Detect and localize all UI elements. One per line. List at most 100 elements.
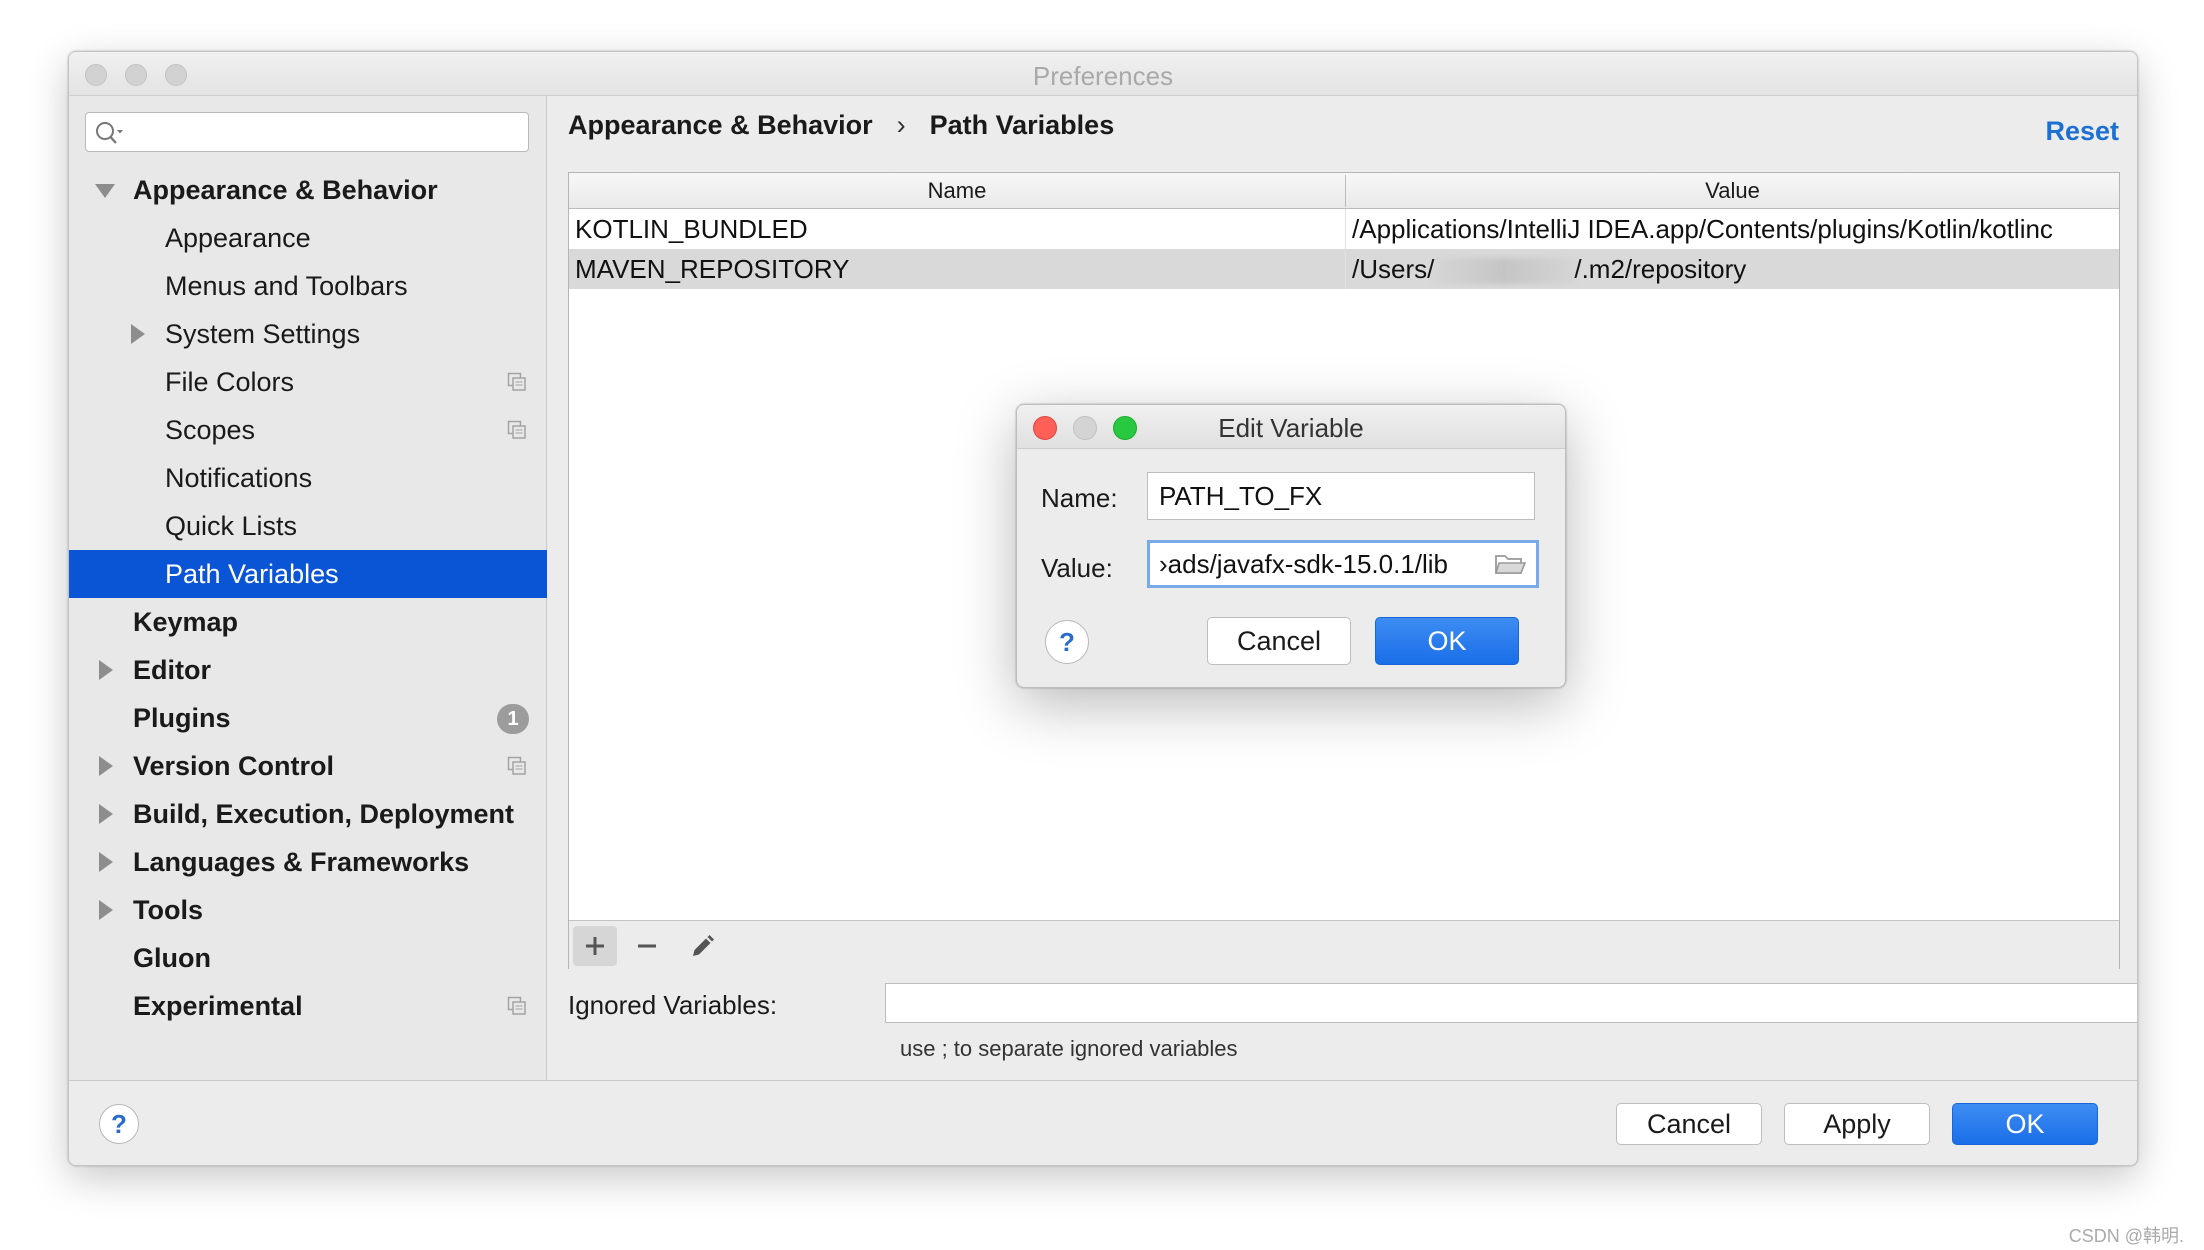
column-header-value[interactable]: Value [1346,173,2119,209]
cancel-button[interactable]: Cancel [1616,1103,1762,1145]
browse-folder-icon[interactable] [1494,551,1526,577]
variable-value-input[interactable]: ›ads/javafx-sdk-15.0.1/lib [1147,540,1539,588]
table-header: Name Value [569,173,2119,209]
column-divider [1345,209,1346,249]
column-divider [1345,249,1346,289]
project-scope-icon [507,756,526,775]
pencil-icon [693,935,714,956]
project-scope-icon [507,372,526,391]
search-icon [96,122,123,144]
value-label: Value: [1041,553,1113,583]
tree-item-label: Menus and Toolbars [165,271,408,301]
tree-item-label: Plugins [133,703,231,733]
table-toolbar [569,920,2119,969]
settings-search-input[interactable] [85,112,529,152]
tree-item-path-variables[interactable]: Path Variables [69,550,547,598]
tree-item-label: Scopes [165,415,256,445]
dialog-help-button[interactable]: ? [1045,620,1089,664]
tree-item-label: File Colors [165,367,295,397]
tree-item-appearance-behavior[interactable]: Appearance & Behavior [69,166,547,214]
edit-variable-button[interactable] [679,926,723,966]
tree-item-label: Appearance & Behavior [133,175,438,205]
tree-item-label: Version Control [133,751,335,781]
tree-item-gluon[interactable]: Gluon [69,934,547,982]
ignored-variables-hint: use ; to separate ignored variables [900,1036,1238,1061]
cell-value: /Applications/IntelliJ IDEA.app/Contents… [1352,214,2053,244]
breadcrumb: Appearance & Behavior › Path Variables [568,110,1114,141]
breadcrumb-separator: › [896,110,906,140]
tree-item-system-settings[interactable]: System Settings [69,310,547,358]
remove-variable-button[interactable] [625,926,669,966]
table-row[interactable]: KOTLIN_BUNDLED /Applications/IntelliJ ID… [569,209,2119,249]
cell-name: KOTLIN_BUNDLED [575,214,808,244]
redacted-username [1434,258,1575,285]
plus-icon [586,937,604,955]
ok-button[interactable]: OK [1952,1103,2098,1145]
plugins-update-badge: 1 [497,704,529,734]
tree-item-menus-toolbars[interactable]: Menus and Toolbars [69,262,547,310]
collapsed-arrow-icon[interactable] [99,756,113,776]
window-titlebar: Preferences [69,52,2137,96]
reset-link[interactable]: Reset [2045,116,2119,147]
tree-item-label: Experimental [133,991,303,1021]
tree-item-file-colors[interactable]: File Colors [69,358,547,406]
dialog-button-bar: ? Cancel Apply OK [69,1080,2137,1165]
tree-item-label: Appearance [165,223,311,253]
collapsed-arrow-icon[interactable] [99,660,113,680]
collapsed-arrow-icon[interactable] [131,324,145,344]
dialog-cancel-button[interactable]: Cancel [1207,617,1351,665]
cell-value-suffix: /.m2/repository [1574,254,1747,284]
variable-value-text: ›ads/javafx-sdk-15.0.1/lib [1159,549,1449,579]
dialog-title: Edit Variable [1218,413,1364,443]
collapsed-arrow-icon[interactable] [99,852,113,872]
tree-item-label: Notifications [165,463,313,493]
breadcrumb-current: Path Variables [929,110,1115,140]
column-header-name[interactable]: Name [569,173,1345,209]
cell-value: /Users/ /.m2/repository [1352,249,2116,289]
tree-item-quick-lists[interactable]: Quick Lists [69,502,547,550]
help-button[interactable]: ? [99,1104,139,1144]
ignored-variables-input[interactable] [885,983,2137,1023]
tree-item-label: Languages & Frameworks [133,847,470,877]
watermark: CSDN @韩明. [2068,1226,2184,1246]
tree-item-label: Tools [133,895,203,925]
ignored-variables-label: Ignored Variables: [568,990,778,1020]
tree-item-scopes[interactable]: Scopes [69,406,547,454]
tree-item-label: Gluon [133,943,211,973]
variable-name-input[interactable]: PATH_TO_FX [1147,472,1535,520]
edit-variable-dialog: Edit Variable Name: PATH_TO_FX Value: ›a… [1016,404,1566,688]
tree-item-label: Build, Execution, Deployment [133,799,515,829]
cell-name: MAVEN_REPOSITORY [575,254,850,284]
tree-item-appearance[interactable]: Appearance [69,214,547,262]
settings-sidebar: Appearance & Behavior Appearance Menus a… [69,96,547,1080]
tree-item-plugins[interactable]: Plugins 1 [69,694,547,742]
cell-value-prefix: /Users/ [1352,254,1435,284]
tree-item-languages-frameworks[interactable]: Languages & Frameworks [69,838,547,886]
collapsed-arrow-icon[interactable] [99,900,113,920]
expanded-arrow-icon [95,184,115,198]
tree-item-editor[interactable]: Editor [69,646,547,694]
tree-item-label: Keymap [133,607,239,637]
tree-item-label: Quick Lists [165,511,298,541]
add-variable-button[interactable] [573,926,617,966]
window-title: Preferences [1032,61,1174,91]
collapsed-arrow-icon[interactable] [99,804,113,824]
tree-item-label: System Settings [165,319,361,349]
project-scope-icon [507,420,526,439]
apply-button[interactable]: Apply [1784,1103,1930,1145]
dialog-ok-button[interactable]: OK [1375,617,1519,665]
name-label: Name: [1041,483,1118,513]
tree-item-build-execution-deployment[interactable]: Build, Execution, Deployment [69,790,547,838]
tree-item-label: Editor [133,655,211,685]
project-scope-icon [507,996,526,1015]
tree-item-tools[interactable]: Tools [69,886,547,934]
tree-item-keymap[interactable]: Keymap [69,598,547,646]
table-row-selected[interactable]: MAVEN_REPOSITORY /Users/ /.m2/repository [569,249,2119,289]
tree-item-label: Path Variables [165,559,339,589]
dialog-titlebar: Edit Variable [1017,405,1565,449]
tree-item-version-control[interactable]: Version Control [69,742,547,790]
tree-item-experimental[interactable]: Experimental [69,982,547,1030]
breadcrumb-parent[interactable]: Appearance & Behavior [568,110,873,140]
tree-item-notifications[interactable]: Notifications [69,454,547,502]
minus-icon [638,944,656,948]
